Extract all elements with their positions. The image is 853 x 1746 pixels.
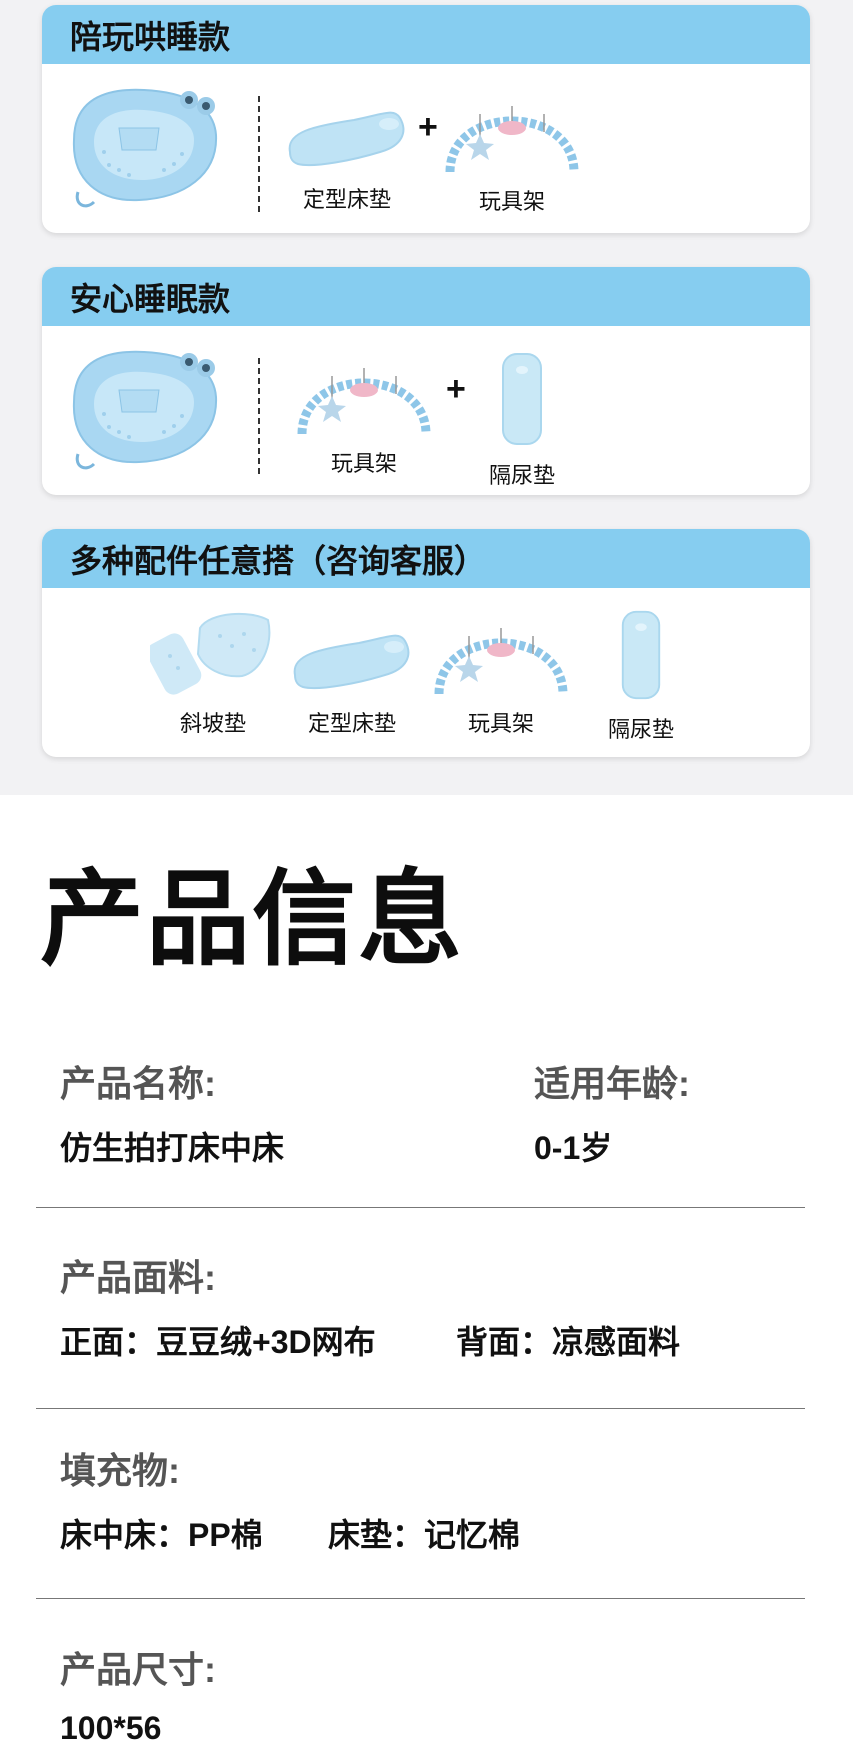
card-body: 玩具架 + 隔尿垫 xyxy=(42,326,810,495)
diaper-pad-item: 隔尿垫 xyxy=(586,608,696,744)
product-name-label: 产品名称: xyxy=(60,1063,216,1104)
bundle-options-section: 陪玩哄睡款 定型床垫 + 玩具架 安心睡眠款 玩具架 + 隔尿垫 多种配件任意搭… xyxy=(0,0,853,795)
bundle-card-accessories: 多种配件任意搭（咨询客服） 斜坡垫 定型床垫 玩具架 隔尿垫 xyxy=(42,529,810,757)
wedge-pad-item: 斜坡垫 xyxy=(150,606,276,738)
diaper-pad-icon xyxy=(502,353,542,445)
diaper-pad-icon xyxy=(621,610,661,700)
bundle-card-play-soothe: 陪玩哄睡款 定型床垫 + 玩具架 xyxy=(42,5,810,233)
size-label: 产品尺寸: xyxy=(60,1649,216,1690)
toy-arch-item: 玩具架 xyxy=(428,606,574,738)
card-body: 定型床垫 + 玩具架 xyxy=(42,64,810,233)
mattress-item: 定型床垫 xyxy=(282,624,422,738)
bundle-card-safe-sleep: 安心睡眠款 玩具架 + 隔尿垫 xyxy=(42,267,810,495)
divider xyxy=(36,1408,805,1409)
bassinet-item xyxy=(64,80,224,212)
item-label: 隔尿垫 xyxy=(607,717,674,742)
fabric-front-value: 正面：豆豆绒+3D网布 xyxy=(60,1324,376,1360)
wedge-pad-icon xyxy=(150,612,271,696)
mattress-item: 定型床垫 xyxy=(284,102,410,214)
bassinet-icon xyxy=(72,88,218,208)
toy-arch-icon xyxy=(294,346,434,436)
filling-main-value: 床中床：PP棉 xyxy=(60,1517,263,1553)
age-label: 适用年龄: xyxy=(534,1063,690,1104)
item-label: 斜坡垫 xyxy=(179,711,246,736)
toy-arch-item: 玩具架 xyxy=(294,346,434,478)
fabric-back-value: 背面：凉感面料 xyxy=(456,1324,681,1360)
item-label: 定型床垫 xyxy=(302,187,391,212)
plus-sign: + xyxy=(418,108,438,146)
bassinet-icon xyxy=(72,350,218,470)
divider xyxy=(36,1598,805,1599)
card-body: 斜坡垫 定型床垫 玩具架 隔尿垫 xyxy=(42,588,810,757)
size-value: 100*56 xyxy=(60,1710,162,1746)
item-label: 隔尿垫 xyxy=(488,463,555,488)
card-title: 陪玩哄睡款 xyxy=(42,5,810,64)
diaper-pad-item: 隔尿垫 xyxy=(472,350,572,490)
item-label: 玩具架 xyxy=(467,711,534,736)
divider xyxy=(258,358,260,474)
plus-sign: + xyxy=(446,370,466,408)
item-label: 玩具架 xyxy=(330,451,397,476)
toy-arch-icon xyxy=(431,606,571,696)
product-name-value: 仿生拍打床中床 xyxy=(60,1130,285,1166)
toy-arch-icon xyxy=(442,84,582,174)
toy-arch-item: 玩具架 xyxy=(442,84,582,216)
mattress-icon xyxy=(288,111,405,167)
filling-mattress-value: 床垫：记忆棉 xyxy=(328,1517,521,1553)
age-value: 0-1岁 xyxy=(534,1130,613,1166)
item-label: 定型床垫 xyxy=(307,711,396,736)
divider xyxy=(36,1207,805,1208)
card-title: 安心睡眠款 xyxy=(42,267,810,326)
product-info-title: 产品信息 xyxy=(40,862,465,978)
mattress-icon xyxy=(293,634,410,690)
bassinet-item xyxy=(64,342,224,474)
card-title: 多种配件任意搭（咨询客服） xyxy=(42,529,810,588)
divider xyxy=(258,96,260,212)
item-label: 玩具架 xyxy=(478,189,545,214)
filling-label: 填充物: xyxy=(60,1450,180,1491)
fabric-label: 产品面料: xyxy=(60,1257,216,1298)
